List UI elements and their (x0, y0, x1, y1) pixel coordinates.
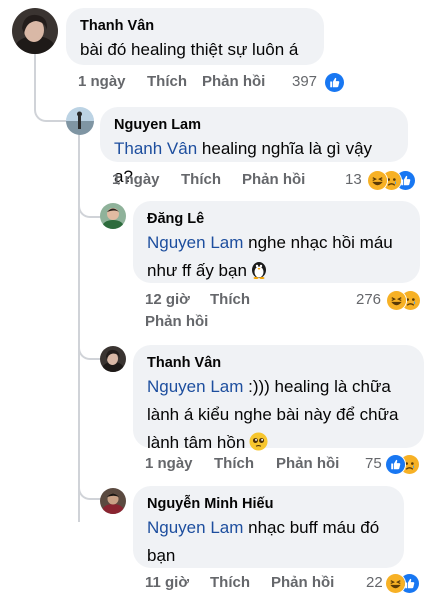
comment-thread: Thanh Vân bài đó healing thiệt sự luôn á… (0, 0, 437, 600)
penguin-icon (249, 259, 269, 288)
reaction-count: 397 (292, 73, 318, 90)
like-action[interactable]: Thích (181, 170, 221, 190)
comment-author[interactable]: Thanh Vân (80, 17, 310, 36)
reply-action[interactable]: Phản hồi (242, 170, 305, 190)
like-action[interactable]: Thích (214, 454, 254, 474)
like-icon (324, 72, 345, 93)
reaction-count: 13 (345, 171, 362, 188)
comment-bubble: Thanh Vân Nguyen Lam :))) healing là chữ… (133, 345, 424, 452)
mention-link[interactable]: Nguyen Lam (147, 518, 243, 537)
comment-author[interactable]: Nguyễn Minh Hiếu (147, 495, 390, 514)
like-action[interactable]: Thích (147, 72, 187, 92)
like-action[interactable]: Thích (210, 573, 250, 593)
thread-connector (78, 200, 102, 218)
comment-time[interactable]: 12 giờ (145, 290, 190, 310)
comment-author[interactable]: Nguyen Lam (114, 116, 394, 135)
thread-connector (78, 342, 102, 360)
comment-actions: 1 ngày Thích Phản hồi (145, 454, 355, 474)
haha-icon (386, 290, 407, 311)
reaction-count: 276 (356, 291, 382, 308)
comment-text: bài đó healing thiệt sự luôn á (80, 40, 299, 59)
reaction-summary[interactable]: 75 (365, 454, 425, 475)
avatar[interactable] (12, 8, 58, 54)
comment-actions: 1 ngày Thích Phản hồi (78, 72, 278, 92)
avatar[interactable] (100, 346, 126, 372)
comment-actions: 11 giờ Thích Phản hồi (145, 573, 355, 593)
thread-connector (34, 100, 66, 122)
reply-action[interactable]: Phản hồi (276, 454, 339, 474)
like-icon (385, 454, 406, 475)
comment-bubble: Đăng Lê Nguyen Lam nghe nhạc hồi máu như… (133, 201, 420, 283)
mention-link[interactable]: Nguyen Lam (147, 377, 243, 396)
like-action[interactable]: Thích (210, 290, 250, 310)
comment-text: Nguyen Lam :))) healing là chữa lành á k… (147, 373, 410, 460)
comment-bubble: Nguyễn Minh Hiếu Nguyen Lam nhạc buff má… (133, 486, 404, 568)
thread-line (34, 52, 36, 107)
reaction-count: 22 (366, 574, 383, 591)
haha-icon (367, 170, 388, 191)
comment-text: Nguyen Lam nhạc buff máu đó bạn (147, 518, 380, 565)
mention-link[interactable]: Nguyen Lam (147, 233, 243, 252)
avatar[interactable] (100, 488, 126, 514)
comment-text: Nguyen Lam nghe nhạc hồi máu như ff ấy b… (147, 229, 406, 288)
comment-time[interactable]: 11 giờ (145, 573, 189, 593)
comment-actions: 12 giờ Thích Phản hồi (145, 290, 345, 334)
thread-connector (78, 482, 102, 500)
comment-time[interactable]: 1 ngày (112, 170, 160, 190)
comment-author[interactable]: Thanh Vân (147, 354, 410, 373)
thread-line (78, 132, 80, 522)
reaction-count: 75 (365, 455, 382, 472)
reply-action[interactable]: Phản hồi (271, 573, 334, 593)
reply-action[interactable]: Phản hồi (202, 72, 265, 92)
mention-link[interactable]: Thanh Vân (114, 139, 197, 158)
avatar[interactable] (100, 203, 126, 229)
comment-time[interactable]: 1 ngày (78, 72, 126, 92)
avatar[interactable] (66, 107, 94, 135)
reaction-summary[interactable]: 276 (356, 290, 426, 311)
comment-bubble: Thanh Vân bài đó healing thiệt sự luôn á (66, 8, 324, 65)
comment-actions: 1 ngày Thích Phản hồi (112, 170, 312, 190)
comment-bubble: Nguyen Lam Thanh Vân healing nghĩa là gì… (100, 107, 408, 186)
reaction-summary[interactable]: 22 (366, 573, 426, 594)
reaction-summary[interactable]: 13 (345, 170, 425, 191)
comment-author[interactable]: Đăng Lê (147, 210, 406, 229)
haha-icon (385, 573, 406, 594)
reply-action[interactable]: Phản hồi (145, 312, 208, 332)
reaction-summary[interactable]: 397 (292, 72, 352, 93)
comment-time[interactable]: 1 ngày (145, 454, 193, 474)
